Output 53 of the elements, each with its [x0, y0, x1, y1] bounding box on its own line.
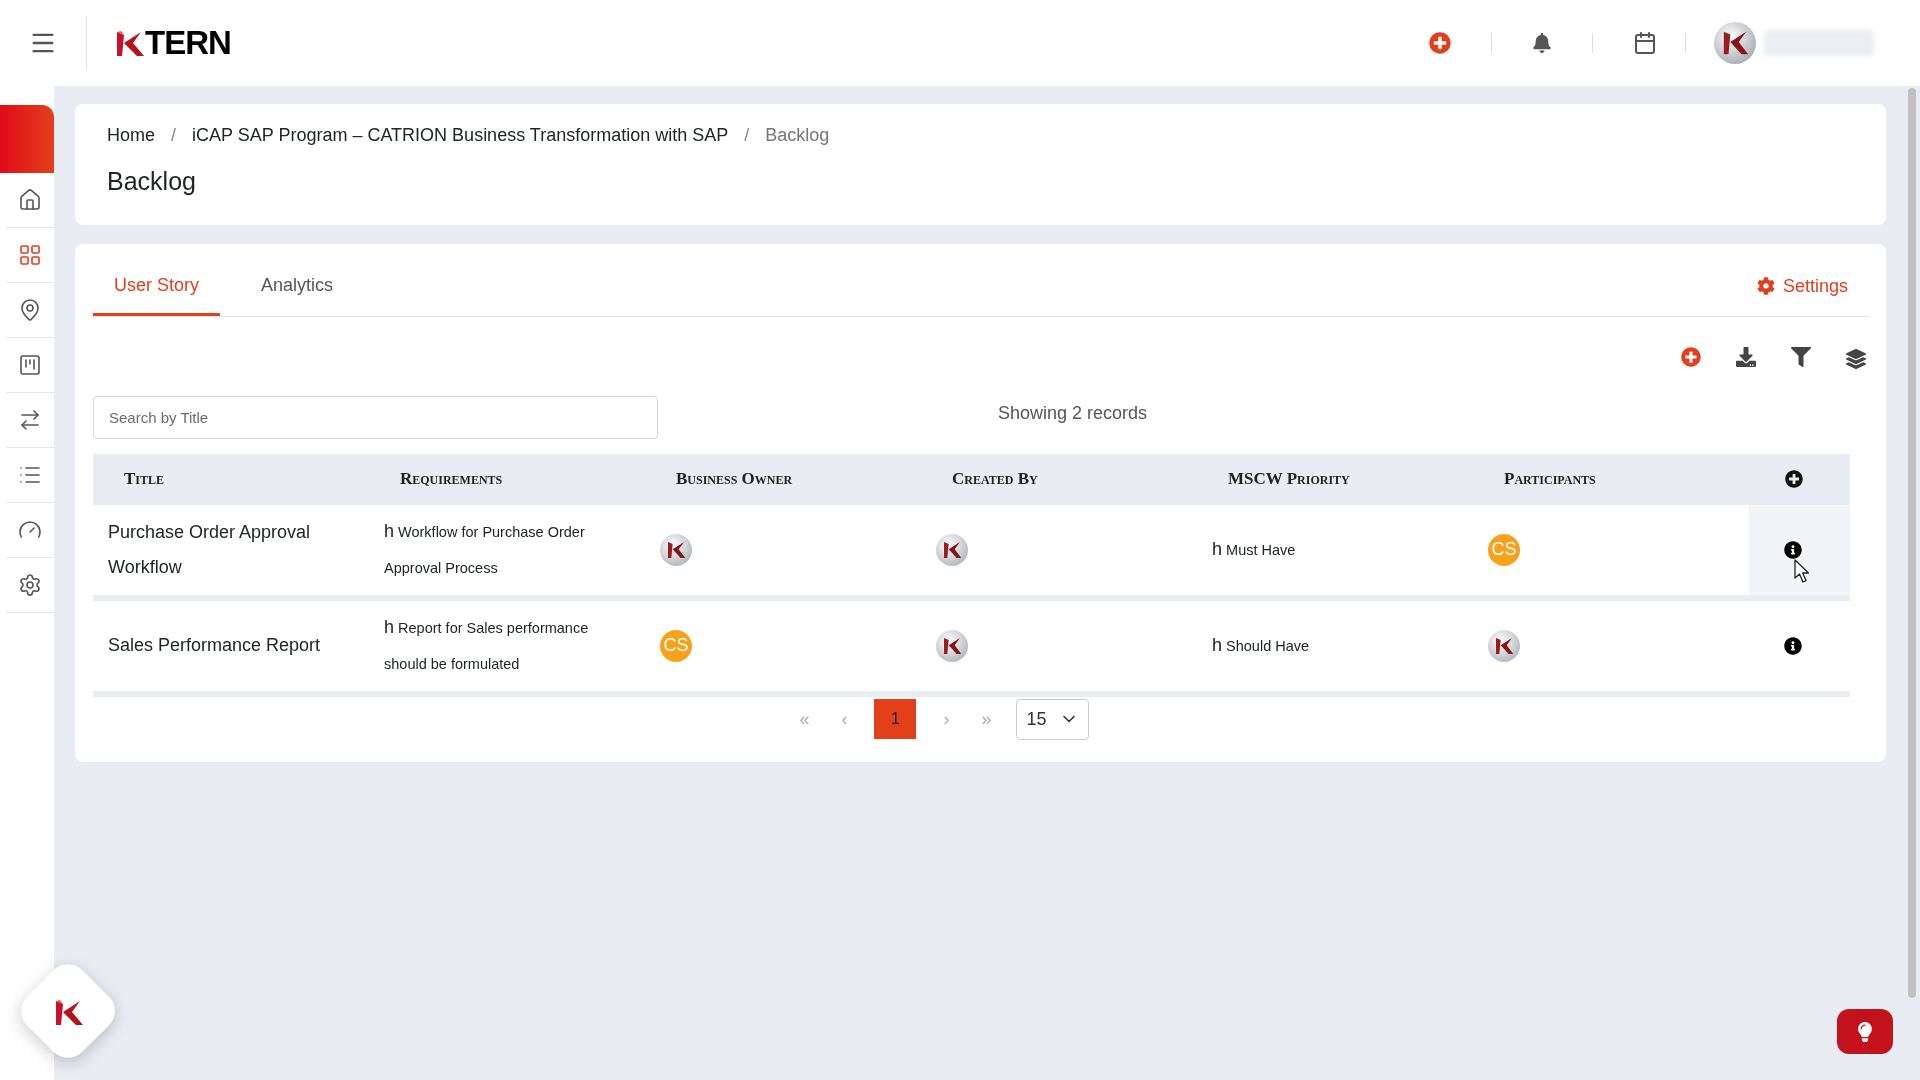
download-icon[interactable] — [1736, 344, 1756, 369]
calendar-icon[interactable] — [1633, 31, 1657, 55]
avatar — [936, 533, 968, 566]
table-cell-text: Sales Performance Report — [107, 634, 322, 657]
avatar — [660, 533, 692, 566]
info-icon[interactable] — [1784, 540, 1802, 559]
search-field[interactable]: Search by Title — [93, 395, 658, 439]
breadcrumb-separator: / — [171, 124, 177, 147]
column-header: Participants — [1503, 468, 1597, 491]
table-cell-text: h Should Have — [1211, 634, 1311, 657]
breadcrumb-current: Backlog — [765, 124, 830, 147]
sidebar-brand-block — [0, 105, 54, 173]
tab[interactable]: User Story — [93, 263, 221, 316]
previous-page-button[interactable]: ‹ — [834, 705, 855, 733]
table-cell-text: Purchase Order Approval Workflow — [107, 520, 312, 579]
avatar — [936, 629, 968, 662]
filter-icon[interactable] — [1791, 344, 1811, 369]
record-count: Showing 2 records — [998, 401, 1148, 425]
breadcrumb-link[interactable]: iCAP SAP Program – CATRION Business Transformation with SAP — [192, 122, 729, 149]
column-header: MSCW Priority — [1227, 468, 1351, 491]
add-column-icon[interactable] — [1785, 470, 1803, 488]
last-page-button[interactable]: » — [976, 705, 997, 733]
column-header: Requirements — [399, 468, 504, 491]
column-header: Business Owner — [675, 468, 794, 491]
table-cell-text: h Report for Sales performance should be formulated — [383, 616, 590, 674]
initials-avatar: CS — [660, 629, 692, 662]
next-page-button[interactable]: › — [936, 705, 957, 733]
info-icon[interactable] — [1784, 636, 1802, 655]
add-icon[interactable] — [1429, 32, 1451, 54]
column-header: Title — [123, 468, 166, 491]
breadcrumb-link[interactable]: Home — [107, 122, 155, 149]
column-header: Created By — [951, 468, 1039, 491]
add-icon[interactable] — [1681, 344, 1701, 369]
page-size-select[interactable]: 15 — [1016, 698, 1089, 740]
mouse-cursor-icon — [1794, 558, 1810, 583]
notification-bell-icon[interactable] — [1532, 33, 1552, 53]
user-avatar[interactable] — [1714, 22, 1756, 64]
settings-link[interactable]: Settings — [1756, 272, 1848, 316]
layers-icon[interactable] — [1846, 348, 1866, 369]
tab[interactable]: Analytics — [240, 263, 355, 316]
page-title: Backlog — [107, 166, 197, 197]
page-button[interactable]: 1 — [874, 699, 917, 739]
initials-avatar: CS — [1488, 533, 1520, 566]
lightbulb-icon — [1855, 1021, 1875, 1042]
logo-text: TERN — [145, 29, 231, 57]
table-cell-text: h Workflow for Purchase Order Approval Process — [383, 520, 586, 578]
lightbulb-button[interactable] — [1837, 1009, 1893, 1054]
logo-mark-icon — [115, 31, 145, 57]
first-page-button[interactable]: « — [794, 705, 815, 733]
avatar — [1488, 629, 1520, 662]
table-cell-text: h Must Have — [1211, 538, 1297, 561]
settings-icon — [1756, 277, 1775, 295]
breadcrumb-separator: / — [744, 124, 750, 147]
